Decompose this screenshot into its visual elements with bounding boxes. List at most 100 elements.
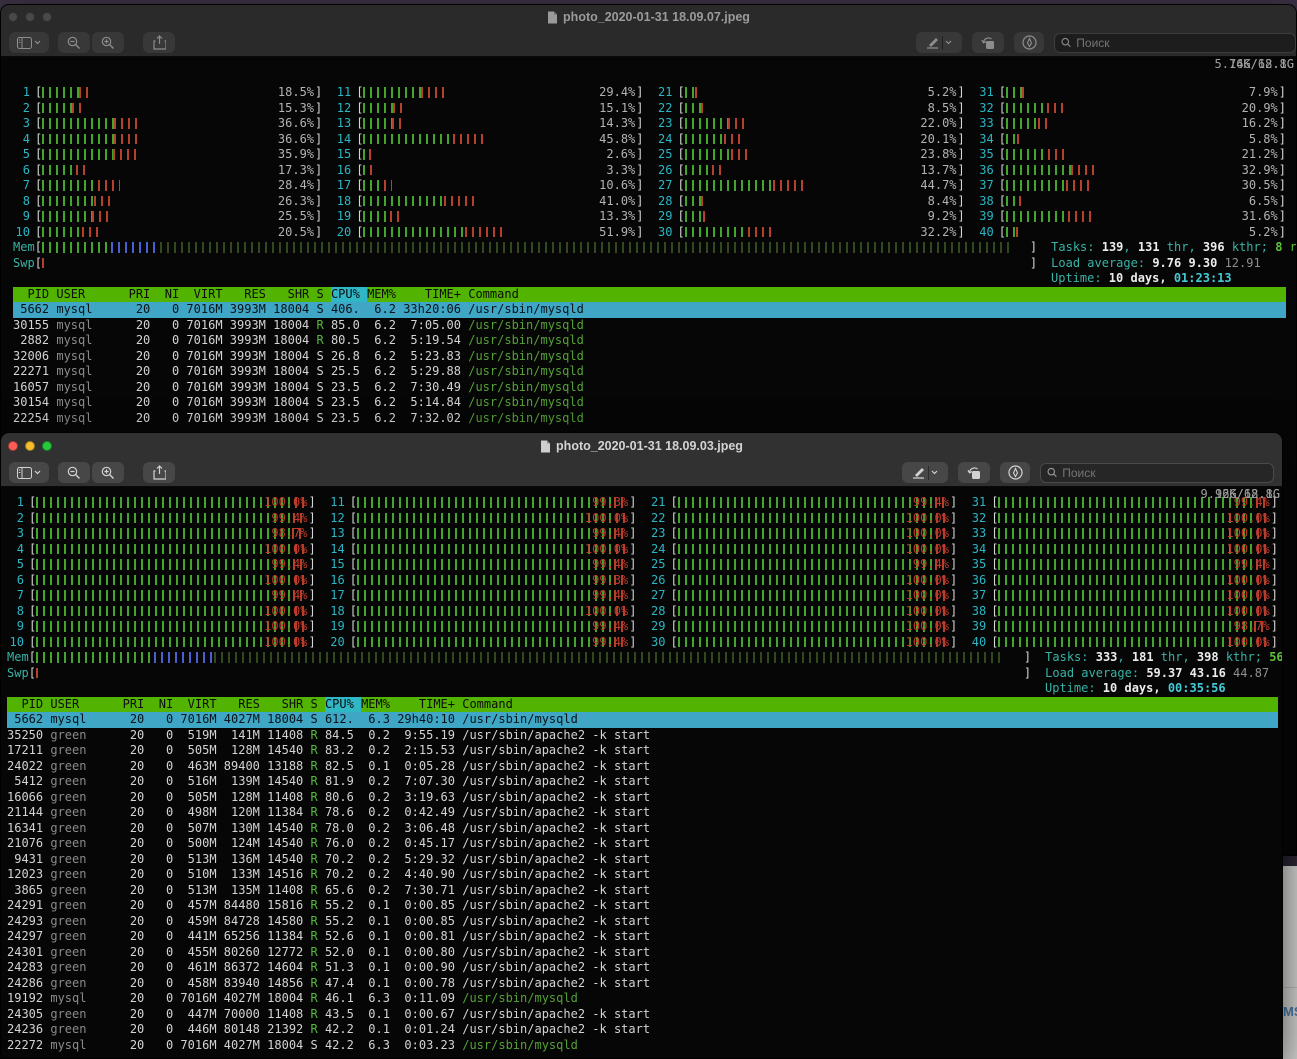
- user-cell: green: [50, 805, 122, 821]
- red-bars: [1016, 227, 1020, 238]
- cpu-number: 16: [334, 163, 351, 179]
- search-field[interactable]: [1054, 33, 1296, 53]
- bracket: ]: [1279, 101, 1286, 117]
- cpu-number: 24: [649, 542, 666, 558]
- cpu-percent: 98.7%: [271, 526, 307, 542]
- state-cell: R: [311, 960, 325, 976]
- background-window-sliver[interactable]: MS: [1281, 866, 1297, 1059]
- search-input[interactable]: [1076, 36, 1289, 50]
- share-button[interactable]: [143, 462, 175, 483]
- res-cell: 120M: [224, 805, 267, 821]
- command-cell: /usr/sbin/apache2 -k start: [462, 1007, 650, 1023]
- rotate-left-button[interactable]: [958, 462, 990, 483]
- virt-cell: 7016M: [180, 991, 223, 1007]
- markup-toolbar-button[interactable]: [1000, 462, 1030, 483]
- cpu-meter: 32[100.0%]: [969, 511, 1278, 527]
- meter-bars: [42, 211, 315, 222]
- cpu-number: 1: [13, 85, 30, 101]
- bracket: [: [35, 209, 42, 225]
- zoom-in-button[interactable]: [92, 32, 124, 53]
- cpu-cell: 76.0: [325, 836, 361, 852]
- pri-cell: 20: [129, 364, 158, 380]
- text-segment: 181: [1132, 650, 1154, 664]
- shr-cell: 18004: [273, 364, 316, 380]
- markup-pen-button[interactable]: [916, 32, 962, 53]
- bracket: [: [350, 619, 357, 635]
- meter-bars: [1006, 87, 1279, 98]
- sidebar-toggle-button[interactable]: [9, 462, 49, 483]
- cpu-number: 17: [334, 178, 351, 194]
- shr-cell: 11384: [267, 805, 310, 821]
- meter-track: 51.9%: [363, 225, 636, 241]
- meter-track: 100.0%: [678, 511, 950, 527]
- rotate-left-button[interactable]: [972, 32, 1004, 53]
- pri-cell: 20: [123, 759, 152, 775]
- meter-track: 44.7%: [685, 178, 958, 194]
- titlebar[interactable]: photo_2020-01-31 18.09.07.jpeg: [1, 5, 1296, 29]
- red-bars: [94, 196, 114, 207]
- ni-cell: 0: [152, 991, 181, 1007]
- shr-cell: 21392: [267, 1022, 310, 1038]
- meter-track: 100.0%: [357, 511, 629, 527]
- meter-track: 20.9%: [1006, 101, 1279, 117]
- htop-photo-front[interactable]: 1[100.0%]2[99.4%]3[98.7%]4[100.0%]5[99.4…: [1, 487, 1282, 1058]
- cpu-percent: 100.0%: [1226, 526, 1269, 542]
- green-bars: [42, 118, 114, 129]
- pri-cell: 20: [129, 380, 158, 396]
- document-icon: [540, 440, 551, 453]
- process-table-header: PID USER PRI NI VIRT RES SHR S CPU% MEM%…: [13, 287, 1286, 303]
- process-row: 22254 mysql 20 0 7016M 3993M 18004 S 23.…: [13, 411, 1286, 427]
- bracket: ]: [1279, 163, 1286, 179]
- red-bars: [731, 149, 749, 160]
- share-button[interactable]: [143, 32, 175, 53]
- pri-cell: 20: [123, 790, 152, 806]
- cpu-percent: 36.6%: [278, 132, 314, 148]
- red-bars: [82, 227, 98, 238]
- mem-cell: 0.1: [361, 1007, 397, 1023]
- time-cell: 2:15.53: [397, 743, 462, 759]
- uptime: Uptime: 10 days, 01:23:13: [1051, 271, 1232, 287]
- cpu-number: 36: [969, 573, 986, 589]
- meter-track: 99.4%: [357, 635, 629, 651]
- meter-track: 100.0%: [998, 604, 1270, 620]
- search-field[interactable]: [1040, 463, 1274, 483]
- markup-pen-button[interactable]: [902, 462, 948, 483]
- zoom-out-button[interactable]: [58, 32, 90, 53]
- swap-line: Swp[16K/18.1G]Load average: 9.76 9.30 12…: [13, 256, 1286, 272]
- bracket: ]: [309, 573, 316, 589]
- chevron-down-icon: [34, 470, 41, 475]
- sidebar-toggle-button[interactable]: [9, 32, 49, 53]
- virt-cell: 7016M: [186, 349, 229, 365]
- cpu-percent: 99.4%: [592, 619, 628, 635]
- cpu-percent: 100.0%: [906, 604, 949, 620]
- time-cell: 0:05.28: [397, 759, 462, 775]
- red-bars: [1038, 118, 1050, 129]
- titlebar[interactable]: photo_2020-01-31 18.09.03.jpeg: [1, 433, 1282, 459]
- meter-bars: [685, 103, 958, 114]
- res-cell: 3993M: [230, 302, 273, 318]
- shr-cell: 14540: [267, 821, 310, 837]
- process-row: 30154 mysql 20 0 7016M 3993M 18004 S 23.…: [13, 395, 1286, 411]
- chevron-down-icon: [945, 40, 952, 45]
- cpu-meter: 40[100.0%]: [969, 635, 1278, 651]
- shr-cell: 14540: [267, 743, 310, 759]
- cpu-percent: 100.0%: [264, 495, 307, 511]
- text-segment: kthr;: [1219, 650, 1270, 664]
- zoom-in-button[interactable]: [92, 462, 124, 483]
- green-bars: [998, 590, 1257, 601]
- sidebar-icon: [17, 467, 32, 479]
- pid-cell: 24293: [7, 914, 50, 930]
- markup-toolbar-button[interactable]: [1014, 32, 1044, 53]
- meter-bars: [36, 513, 308, 524]
- bracket: ]: [950, 604, 957, 620]
- bracket: [: [35, 178, 42, 194]
- zoom-out-button[interactable]: [58, 462, 90, 483]
- search-input[interactable]: [1062, 466, 1267, 480]
- virt-cell: 498M: [180, 805, 223, 821]
- green-bars: [685, 211, 703, 222]
- cpu-number: 15: [328, 557, 345, 573]
- bracket: [: [678, 178, 685, 194]
- meter-track: 6.5%: [1006, 194, 1279, 210]
- preview-window-front[interactable]: photo_2020-01-31 18.09.03.jpeg: [0, 432, 1283, 1059]
- cpu-number: 14: [334, 132, 351, 148]
